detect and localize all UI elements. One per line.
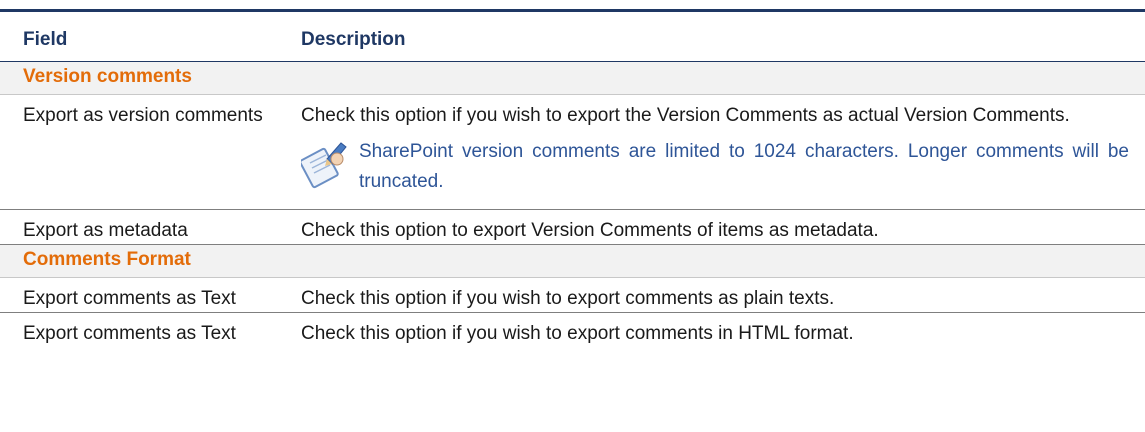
- section-row: Comments Format: [0, 244, 1145, 278]
- description-cell: Check this option if you wish to export …: [285, 94, 1145, 210]
- document-page: Field Description Version comments Expor…: [0, 0, 1145, 432]
- note-text: SharePoint version comments are limited …: [359, 140, 1129, 192]
- field-cell: Export as version comments: [0, 94, 285, 210]
- description-text: Check this option if you wish to export …: [301, 104, 1070, 126]
- section-title-comments-format: Comments Format: [0, 244, 1145, 278]
- options-table: Field Description Version comments Expor…: [0, 20, 1145, 347]
- table-row: Export as version comments Check this op…: [0, 94, 1145, 210]
- field-cell: Export comments as Text: [0, 277, 285, 313]
- note-pen-icon: [299, 139, 349, 189]
- note-box: SharePoint version comments are limited …: [299, 137, 1129, 209]
- table-row: Export comments as Text Check this optio…: [0, 277, 1145, 313]
- table-row: Export as metadata Check this option to …: [0, 209, 1145, 245]
- section-title-version-comments: Version comments: [0, 61, 1145, 95]
- top-rule: [0, 9, 1145, 12]
- section-row: Version comments: [0, 61, 1145, 95]
- field-cell: Export as metadata: [0, 209, 285, 245]
- table-row: Export comments as Text Check this optio…: [0, 312, 1145, 347]
- field-cell: Export comments as Text: [23, 322, 236, 344]
- header-description: Description: [301, 29, 406, 50]
- description-cell: Check this option to export Version Comm…: [285, 209, 1145, 245]
- description-cell: Check this option if you wish to export …: [301, 322, 854, 344]
- header-field: Field: [23, 29, 68, 50]
- description-cell: Check this option if you wish to export …: [285, 277, 1145, 313]
- table-header-row: Field Description: [0, 20, 1145, 61]
